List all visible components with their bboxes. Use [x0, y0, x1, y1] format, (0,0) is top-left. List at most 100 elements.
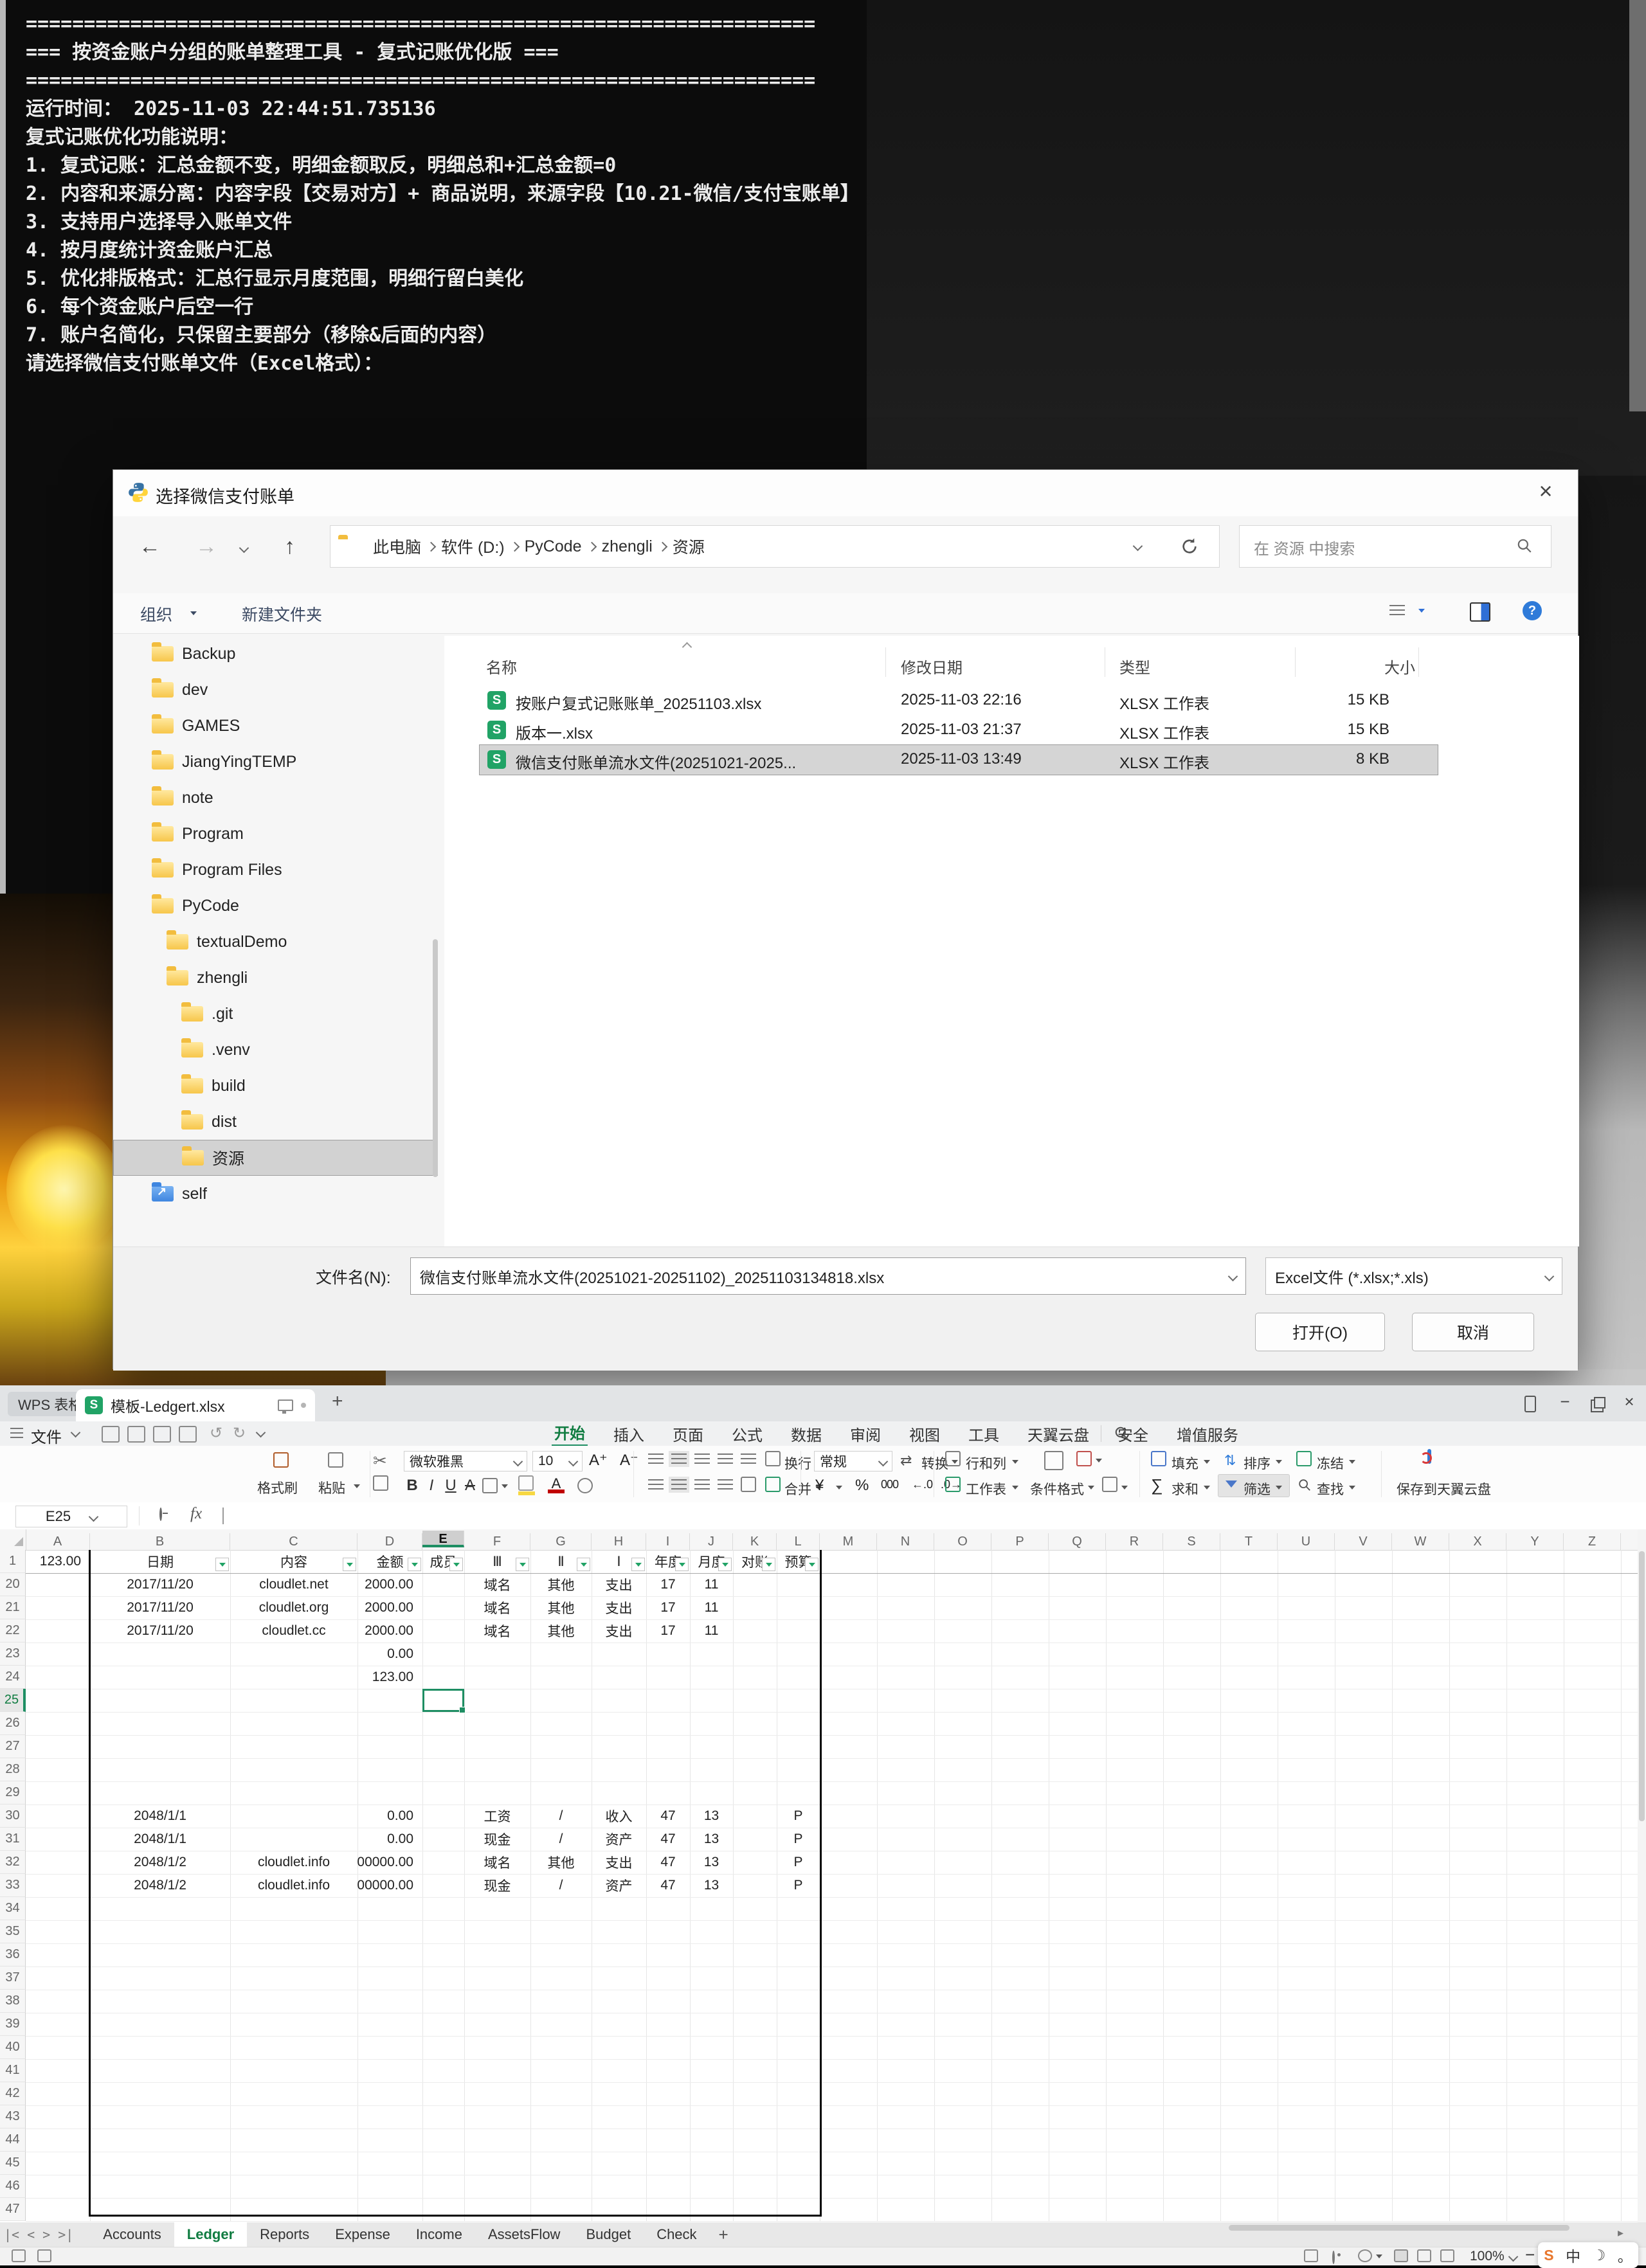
sheet-horizontal-scrollbar[interactable] [1229, 2225, 1569, 2231]
ime-moon-icon[interactable]: ☽ [1593, 2247, 1606, 2264]
tree-item[interactable]: JiangYingTEMP [113, 744, 438, 780]
sort-ascending-icon[interactable] [682, 642, 692, 652]
ime-toolbar[interactable]: S中☽。 [1538, 2242, 1638, 2268]
row-header-33[interactable]: 33 [0, 1874, 26, 1897]
cell-D31[interactable]: 0.00 [357, 1828, 422, 1851]
mobile-view-icon[interactable] [1516, 1396, 1544, 1417]
cell-B21[interactable]: 2017/11/20 [90, 1596, 230, 1619]
cell-G22[interactable]: 其他 [530, 1619, 592, 1643]
filter-button-F[interactable] [516, 1558, 529, 1571]
cell-C33[interactable]: cloudlet.info [230, 1874, 357, 1897]
row-header-42[interactable]: 42 [0, 2082, 26, 2105]
row-header-46[interactable]: 46 [0, 2175, 26, 2198]
conditional-format-button[interactable]: 条件格式 [1030, 1479, 1084, 1498]
column-header-N[interactable]: N [877, 1533, 934, 1550]
menu-tab-天翼云盘[interactable]: 天翼云盘 [1025, 1423, 1092, 1445]
fill-icon[interactable] [1151, 1451, 1166, 1466]
undo-icon[interactable]: ↺ [210, 1424, 222, 1443]
worksheet-icon[interactable] [945, 1477, 961, 1492]
borders-icon[interactable] [482, 1478, 498, 1493]
outline-icon[interactable] [37, 2249, 51, 2262]
cell-G21[interactable]: 其他 [530, 1596, 592, 1619]
search-icon[interactable] [1114, 1425, 1130, 1442]
cell-L33[interactable]: P [777, 1874, 820, 1897]
font-name-select[interactable]: 微软雅黑 [404, 1451, 527, 1472]
menu-tab-工具[interactable]: 工具 [966, 1423, 1002, 1445]
row-header-40[interactable]: 40 [0, 2036, 26, 2059]
format-painter-button[interactable]: 格式刷 [257, 1478, 298, 1497]
sheet-tab-Check[interactable]: Check [644, 2222, 709, 2247]
column-header-L[interactable]: L [777, 1533, 820, 1550]
search-icon[interactable] [1516, 537, 1533, 554]
find-button[interactable]: 查找 [1317, 1479, 1344, 1498]
cell-C32[interactable]: cloudlet.info [230, 1851, 357, 1874]
merge-icon[interactable] [765, 1477, 781, 1492]
column-header-O[interactable]: O [934, 1533, 991, 1550]
strikethrough-icon[interactable]: A [460, 1477, 480, 1495]
filter-button-C[interactable] [343, 1558, 356, 1571]
menu-tab-审阅[interactable]: 审阅 [847, 1423, 883, 1445]
refresh-icon[interactable] [1179, 536, 1200, 557]
selected-cell-E25[interactable] [422, 1689, 464, 1712]
tree-item[interactable]: .venv [113, 1032, 438, 1068]
align-top-icon[interactable] [648, 1454, 664, 1464]
sort-icon[interactable]: ⇅ [1224, 1452, 1236, 1469]
dialog-titlebar[interactable]: 选择微信支付账单 × [113, 470, 1578, 516]
new-tab-icon[interactable]: + [332, 1390, 343, 1412]
column-header-name[interactable]: 名称 [486, 655, 517, 678]
sheet-tab-Reports[interactable]: Reports [247, 2222, 322, 2247]
filter-button-H[interactable] [631, 1558, 645, 1571]
align-middle-icon[interactable] [671, 1454, 687, 1464]
column-header-A[interactable]: A [26, 1533, 90, 1550]
filter-button-E[interactable] [449, 1558, 463, 1571]
cut-icon[interactable]: ✂ [373, 1451, 387, 1471]
select-all-corner[interactable] [0, 1529, 26, 1550]
new-folder-button[interactable]: 新建文件夹 [242, 602, 322, 626]
filter-button-K[interactable] [762, 1558, 775, 1571]
row-header-47[interactable]: 47 [0, 2198, 26, 2221]
column-header-K[interactable]: K [733, 1533, 777, 1550]
cell-J20[interactable]: 11 [690, 1573, 733, 1596]
cell-L32[interactable]: P [777, 1851, 820, 1874]
breadcrumb-item[interactable]: 软件 (D:) [441, 535, 505, 558]
thousand-separator-icon[interactable]: 000 [881, 1478, 898, 1491]
convert-icon[interactable]: ⇄ [900, 1452, 912, 1469]
column-header-Y[interactable]: Y [1506, 1533, 1564, 1550]
cloud-save-button[interactable]: 保存到天翼云盘 [1397, 1479, 1491, 1498]
column-header-S[interactable]: S [1163, 1533, 1220, 1550]
rows-cols-dropdown-icon[interactable] [1012, 1460, 1018, 1464]
header-cell-A1[interactable]: 123.00 [26, 1550, 90, 1573]
merge-button[interactable]: 合并 [784, 1479, 811, 1498]
column-divider[interactable] [1418, 647, 1419, 677]
normal-view-icon[interactable] [1394, 2249, 1408, 2262]
row-header-25[interactable]: 25 [0, 1689, 26, 1712]
frame-dropdown-icon[interactable] [1121, 1486, 1128, 1490]
tree-item[interactable]: Program [113, 816, 438, 852]
menu-tab-插入[interactable]: 插入 [611, 1423, 647, 1445]
filter-button-J[interactable] [718, 1558, 732, 1571]
filter-button-I[interactable] [675, 1558, 689, 1571]
breadcrumb-item[interactable]: PyCode [525, 537, 582, 556]
cell-J33[interactable]: 13 [690, 1874, 733, 1897]
cell-B30[interactable]: 2048/1/1 [90, 1805, 230, 1828]
column-header-M[interactable]: M [820, 1533, 877, 1550]
column-header-H[interactable]: H [592, 1533, 646, 1550]
column-header-type[interactable]: 类型 [1119, 655, 1150, 678]
align-right-icon[interactable] [694, 1479, 710, 1490]
cell-F21[interactable]: 域名 [464, 1596, 530, 1619]
help-icon[interactable]: ? [1523, 601, 1542, 620]
filter-icon[interactable] [1225, 1480, 1237, 1488]
locate-icon[interactable] [1358, 2249, 1372, 2262]
tree-scrollbar[interactable] [433, 939, 438, 1177]
cell-D33[interactable]: -100000.00 [357, 1874, 422, 1897]
cell-G31[interactable]: / [530, 1828, 592, 1851]
zoom-dropdown-icon[interactable] [1508, 2252, 1519, 2262]
conditional-format-dropdown-icon[interactable] [1088, 1486, 1094, 1490]
open-button[interactable]: 打开(O) [1255, 1313, 1385, 1351]
cell-F33[interactable]: 现金 [464, 1874, 530, 1897]
sort-dropdown-icon[interactable] [1276, 1460, 1282, 1464]
cell-H31[interactable]: 资产 [592, 1828, 646, 1851]
borders-dropdown-icon[interactable] [502, 1484, 508, 1488]
tree-item[interactable]: GAMES [113, 708, 438, 744]
paste-dropdown-icon[interactable] [354, 1484, 360, 1488]
